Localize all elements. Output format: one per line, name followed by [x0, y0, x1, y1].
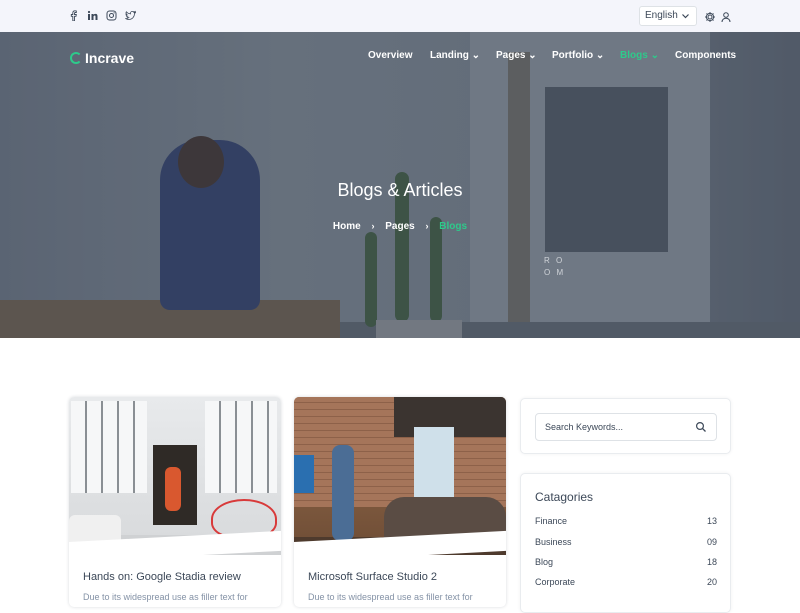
- categories-widget: Catagories Finance 13 Business 09 Blog 1…: [520, 473, 731, 613]
- instagram-icon[interactable]: [106, 10, 117, 21]
- language-value: English: [645, 10, 678, 21]
- category-item[interactable]: Blog 18: [535, 557, 717, 567]
- blog-card-excerpt: Due to its widespread use as filler text…: [308, 592, 473, 602]
- category-count: 20: [706, 577, 717, 587]
- nav-item-blogs[interactable]: Blogs ⌄: [620, 50, 659, 61]
- category-name[interactable]: Corporate: [535, 577, 575, 587]
- category-item[interactable]: Business 09: [535, 537, 717, 547]
- breadcrumb-pages[interactable]: Pages: [385, 221, 414, 232]
- search-input[interactable]: [535, 413, 717, 441]
- category-count: 09: [706, 537, 717, 547]
- search-icon[interactable]: [695, 420, 707, 432]
- page-title: Blogs & Articles: [337, 180, 463, 200]
- nav-item-pages[interactable]: Pages ⌄: [496, 50, 537, 61]
- breadcrumb-home[interactable]: Home: [333, 221, 361, 232]
- breadcrumb: Home › Pages › Blogs: [0, 221, 800, 232]
- chevron-right-icon: ›: [371, 221, 375, 231]
- language-select[interactable]: English: [639, 6, 697, 26]
- top-bar: English: [0, 0, 800, 32]
- logo-icon: [70, 52, 82, 64]
- nav-item-overview[interactable]: Overview: [368, 50, 412, 61]
- blog-card-title[interactable]: Hands on: Google Stadia review: [83, 571, 241, 583]
- category-name[interactable]: Business: [535, 537, 572, 547]
- category-count: 18: [706, 557, 717, 567]
- category-name[interactable]: Blog: [535, 557, 553, 567]
- chevron-down-icon: ⌄: [528, 50, 537, 61]
- chevron-right-icon: ›: [425, 221, 429, 231]
- blog-card-image[interactable]: [294, 397, 506, 555]
- blog-card-excerpt: Due to its widespread use as filler text…: [83, 592, 248, 602]
- social-links: [68, 10, 136, 22]
- linkedin-icon[interactable]: [87, 10, 98, 21]
- settings-icon[interactable]: [704, 10, 716, 22]
- chevron-down-icon: ⌄: [595, 50, 605, 61]
- nav-item-components[interactable]: Components: [675, 50, 736, 61]
- brand-logo[interactable]: Incrave: [70, 50, 134, 66]
- chevron-down-icon: ⌄: [650, 50, 659, 61]
- facebook-icon[interactable]: [68, 10, 79, 22]
- chevron-down-icon: ⌄: [471, 50, 481, 61]
- category-item[interactable]: Corporate 20: [535, 577, 717, 587]
- blog-card-image[interactable]: [69, 397, 281, 555]
- category-item[interactable]: Finance 13: [535, 516, 717, 526]
- user-icon[interactable]: [720, 10, 732, 23]
- twitter-icon[interactable]: [124, 10, 136, 21]
- room-sign-line-1: R O: [544, 256, 565, 265]
- blog-card[interactable]: Hands on: Google Stadia review Due to it…: [69, 397, 281, 607]
- breadcrumb-current: Blogs: [439, 221, 468, 232]
- category-name[interactable]: Finance: [535, 516, 567, 526]
- room-sign-line-2: O M: [544, 268, 566, 277]
- blog-card-title[interactable]: Microsoft Surface Studio 2: [308, 571, 437, 583]
- category-count: 13: [706, 516, 717, 526]
- categories-title: Catagories: [535, 490, 594, 504]
- nav-item-landing[interactable]: Landing ⌄: [430, 50, 480, 61]
- brand-name: Incrave: [85, 50, 135, 66]
- search-widget: [520, 398, 731, 454]
- nav-item-portfolio[interactable]: Portfolio ⌄: [552, 50, 604, 61]
- chevron-down-icon: [681, 7, 690, 31]
- blog-card[interactable]: Microsoft Surface Studio 2 Due to its wi…: [294, 397, 506, 607]
